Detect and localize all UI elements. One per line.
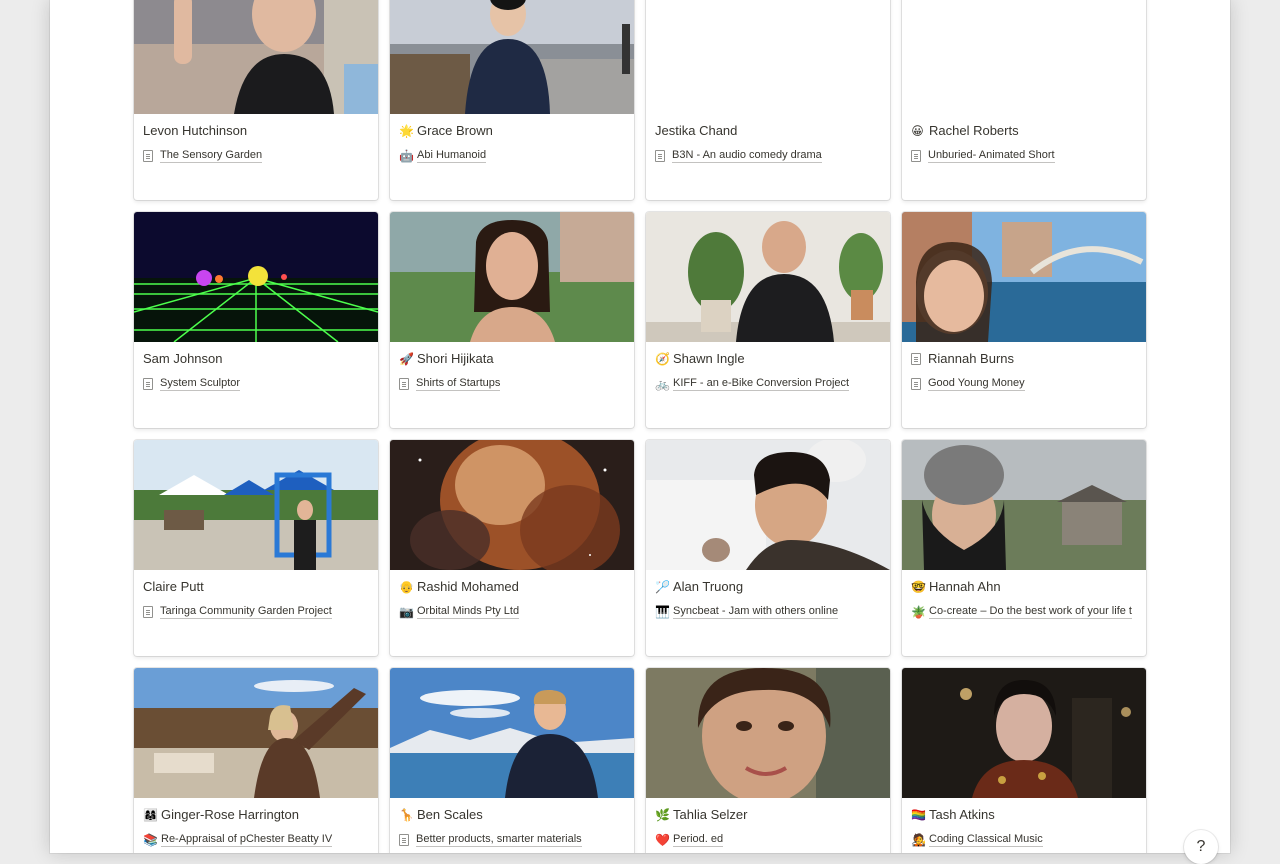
project-link[interactable]: System Sculptor xyxy=(160,376,241,391)
project-link[interactable]: KIFF - an e-Bike Conversion Project xyxy=(673,376,850,391)
project-link[interactable]: Coding Classical Music xyxy=(929,832,1043,847)
project-link[interactable]: Re-Appraisal of pChester Beatty IV xyxy=(161,832,333,847)
card-cover-image xyxy=(646,440,890,570)
smile-icon: 😀 xyxy=(911,123,924,138)
card-title: Shori Hijikata xyxy=(417,351,494,366)
card-cover-image xyxy=(646,668,890,798)
document-icon xyxy=(911,149,921,162)
card-title: Grace Brown xyxy=(417,123,493,138)
camera-icon: 📷 xyxy=(399,604,414,619)
singer-icon: 🧑‍🎤 xyxy=(911,832,926,847)
piano-icon: 🎹 xyxy=(655,604,670,619)
card-cover-image xyxy=(902,668,1146,798)
card-cover-image xyxy=(134,668,378,798)
card-title: Ginger-Rose Harrington xyxy=(161,807,300,822)
compass-icon: 🧭 xyxy=(655,351,670,366)
document-icon xyxy=(143,149,153,162)
gallery-card[interactable]: Claire Putt Taringa Community Garden Pro… xyxy=(134,440,378,656)
project-link[interactable]: The Sensory Garden xyxy=(160,148,263,163)
document-icon xyxy=(143,377,153,390)
card-cover-image xyxy=(134,0,378,114)
card-title: Tahlia Selzer xyxy=(673,807,748,822)
rainbow-flag-icon: 🏳️‍🌈 xyxy=(911,807,926,822)
project-link[interactable]: Taringa Community Garden Project xyxy=(160,604,332,619)
card-title: Rashid Mohamed xyxy=(417,579,519,594)
card-title: Alan Truong xyxy=(673,579,744,594)
gallery-card[interactable]: 🤓 Hannah Ahn 🪴 Co-create – Do the best wor… xyxy=(902,440,1146,656)
card-title: Claire Putt xyxy=(143,579,204,594)
nerd-face-icon: 🤓 xyxy=(911,579,926,594)
gallery-card[interactable]: 👩‍👩‍👧 Ginger-Rose Harrington 📚 Re-Appraisa… xyxy=(134,668,378,853)
card-title: Rachel Roberts xyxy=(929,123,1019,138)
old-man-icon: 👴 xyxy=(399,579,414,594)
heart-icon: ❤️ xyxy=(655,832,670,847)
project-link[interactable]: B3N - An audio comedy drama xyxy=(672,148,822,163)
project-link[interactable]: Orbital Minds Pty Ltd xyxy=(417,604,520,619)
card-cover-image xyxy=(902,212,1146,342)
card-title: Riannah Burns xyxy=(928,351,1014,366)
gallery-card[interactable]: 🦒 Ben Scales Better products, smarter mat… xyxy=(390,668,634,853)
gallery-card[interactable]: Riannah Burns Good Young Money xyxy=(902,212,1146,428)
family-icon: 👩‍👩‍👧 xyxy=(143,807,158,822)
card-title: Tash Atkins xyxy=(929,807,995,822)
card-title: Shawn Ingle xyxy=(673,351,745,366)
herb-icon: 🌿 xyxy=(655,807,670,822)
rocket-icon: 🚀 xyxy=(399,351,414,366)
gallery-grid: Levon Hutchinson The Sensory Garden 🌟 Gra… xyxy=(134,0,1146,853)
bicycle-icon: 🚲 xyxy=(655,376,670,391)
badminton-icon: 🏸 xyxy=(655,579,670,594)
gallery-card[interactable]: 🌟 Grace Brown 🤖 Abi Humanoid xyxy=(390,0,634,200)
robot-icon: 🤖 xyxy=(399,148,414,163)
card-title: Ben Scales xyxy=(417,807,483,822)
gallery-card[interactable]: 🏳️‍🌈 Tash Atkins 🧑‍🎤 Coding Classical Musi… xyxy=(902,668,1146,853)
gallery-card[interactable]: Levon Hutchinson The Sensory Garden xyxy=(134,0,378,200)
project-link[interactable]: Co-create – Do the best work of your lif… xyxy=(929,604,1132,619)
star-icon: 🌟 xyxy=(399,123,414,138)
gallery-card[interactable]: 😀 Rachel Roberts Unburied- Animated Short xyxy=(902,0,1146,200)
card-cover-image xyxy=(390,668,634,798)
document-icon xyxy=(143,605,153,618)
gallery-card[interactable]: Sam Johnson System Sculptor xyxy=(134,212,378,428)
card-cover-empty xyxy=(902,0,1146,114)
gallery-card[interactable]: 🚀 Shori Hijikata Shirts of Startups xyxy=(390,212,634,428)
project-link[interactable]: Period. ed xyxy=(673,832,724,847)
project-link[interactable]: Better products, smarter materials xyxy=(416,832,582,847)
giraffe-icon: 🦒 xyxy=(399,807,414,822)
project-link[interactable]: Good Young Money xyxy=(928,376,1025,391)
card-title: Hannah Ahn xyxy=(929,579,1001,594)
document-icon xyxy=(911,377,921,390)
app-window: Levon Hutchinson The Sensory Garden 🌟 Gra… xyxy=(50,0,1230,853)
document-icon xyxy=(911,352,921,365)
card-title: Levon Hutchinson xyxy=(143,123,248,138)
gallery-card[interactable]: 🧭 Shawn Ingle 🚲 KIFF - an e-Bike Conversio… xyxy=(646,212,890,428)
card-cover-image xyxy=(134,440,378,570)
project-link[interactable]: Syncbeat - Jam with others online xyxy=(673,604,839,619)
books-icon: 📚 xyxy=(143,832,158,847)
project-link[interactable]: Shirts of Startups xyxy=(416,376,501,391)
card-cover-image xyxy=(902,440,1146,570)
card-cover-image xyxy=(390,440,634,570)
card-title: Jestika Chand xyxy=(655,123,738,138)
card-cover-image xyxy=(390,0,634,114)
project-link[interactable]: Unburied- Animated Short xyxy=(928,148,1055,163)
gallery-card[interactable]: Jestika Chand B3N - An audio comedy dram… xyxy=(646,0,890,200)
page-icon xyxy=(399,377,409,390)
card-cover-image xyxy=(134,212,378,342)
page-icon xyxy=(399,833,409,846)
document-icon xyxy=(655,149,665,162)
card-cover-image xyxy=(646,212,890,342)
gallery-card[interactable]: 👴 Rashid Mohamed 📷 Orbital Minds Pty Ltd xyxy=(390,440,634,656)
project-link[interactable]: Abi Humanoid xyxy=(417,148,487,163)
card-cover-empty xyxy=(646,0,890,114)
gallery-card[interactable]: 🌿 Tahlia Selzer ❤️ Period. ed xyxy=(646,668,890,853)
gallery-card[interactable]: 🏸 Alan Truong 🎹 Syncbeat - Jam with others… xyxy=(646,440,890,656)
card-cover-image xyxy=(390,212,634,342)
potted-plant-icon: 🪴 xyxy=(911,604,926,619)
card-title: Sam Johnson xyxy=(143,351,223,366)
help-button[interactable]: ? xyxy=(1184,830,1218,864)
